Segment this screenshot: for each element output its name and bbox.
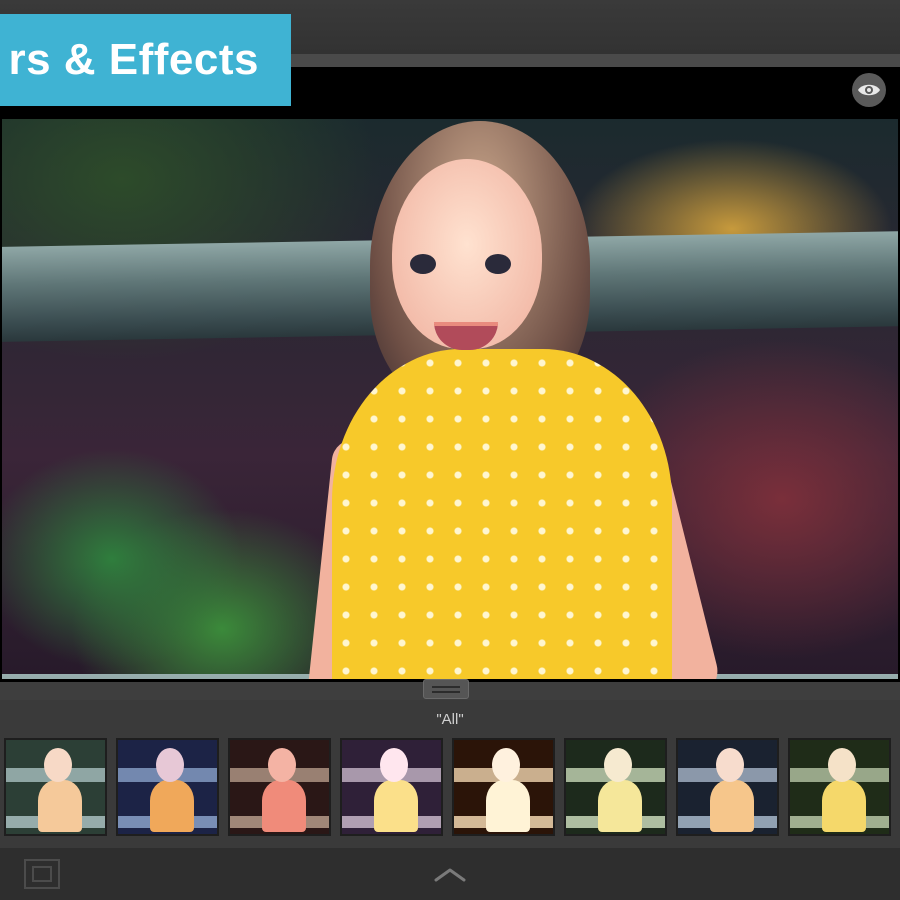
thumbnail-subject-body xyxy=(598,780,642,832)
thumbnail-subject-body xyxy=(374,780,418,832)
thumbnail-subject-body xyxy=(262,780,306,832)
photo-subject-face xyxy=(392,159,542,349)
thumbnail-subject-body xyxy=(38,780,82,832)
filter-thumbnail-list xyxy=(4,738,891,836)
eye-icon xyxy=(858,84,880,96)
thumbnail-subject-head xyxy=(604,748,632,782)
thumbnail-subject-body xyxy=(822,780,866,832)
thumbnail-subject-head xyxy=(828,748,856,782)
filter-thumbnail[interactable] xyxy=(564,738,667,836)
photo-subject-eye xyxy=(410,254,436,274)
edited-photo[interactable] xyxy=(2,119,898,679)
chevron-up-icon xyxy=(434,868,466,882)
thumbnail-subject-head xyxy=(268,748,296,782)
thumbnail-subject-head xyxy=(44,748,72,782)
thumbnail-subject-body xyxy=(710,780,754,832)
crop-frame-icon[interactable] xyxy=(24,859,60,889)
thumbnail-subject-head xyxy=(492,748,520,782)
filter-thumbnail[interactable] xyxy=(116,738,219,836)
photo-subject-dress xyxy=(332,349,672,679)
filter-thumbnail[interactable] xyxy=(4,738,107,836)
filter-thumbnail[interactable] xyxy=(788,738,891,836)
thumbnail-subject-head xyxy=(380,748,408,782)
thumbnail-subject-head xyxy=(716,748,744,782)
panel-drag-handle[interactable] xyxy=(423,679,469,699)
photo-preview-frame xyxy=(0,67,900,682)
filter-thumbnail[interactable] xyxy=(228,738,331,836)
thumbnail-subject-body xyxy=(486,780,530,832)
expand-panel-button[interactable] xyxy=(430,862,470,886)
thumbnail-subject-body xyxy=(150,780,194,832)
filter-category-label[interactable]: "All" xyxy=(0,711,900,728)
filter-thumbnail[interactable] xyxy=(676,738,779,836)
compare-original-button[interactable] xyxy=(852,73,886,107)
photo-subject-eye xyxy=(485,254,511,274)
thumbnail-subject-head xyxy=(156,748,184,782)
filter-thumbnail[interactable] xyxy=(452,738,555,836)
banner-title: rs & Effects xyxy=(8,35,259,84)
filter-thumbnail[interactable] xyxy=(340,738,443,836)
feature-banner: rs & Effects xyxy=(0,14,291,106)
